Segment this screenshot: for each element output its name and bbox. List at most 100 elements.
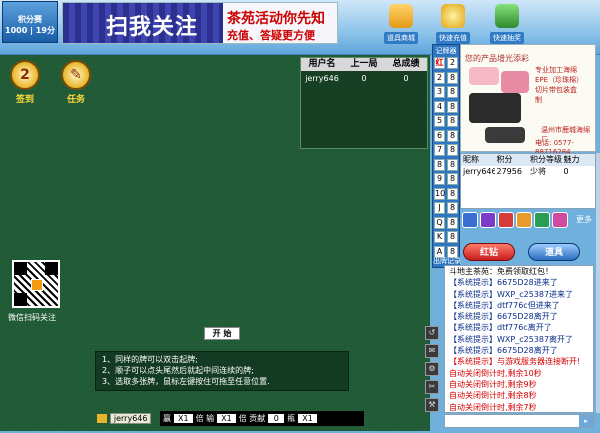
chat-line: 自动关闭倒计时,剩余8秒 xyxy=(449,391,537,401)
chat-line: 自动关闭倒计时,剩余7秒 xyxy=(449,402,537,412)
items-more-link[interactable]: 更多 xyxy=(576,214,592,225)
card-counter-count: 8 xyxy=(447,71,458,84)
qr-caption: 微信扫码关注 xyxy=(8,313,56,322)
chat-line: 自动关闭倒计时,剩余9秒 xyxy=(449,379,537,389)
signin-icon: 2 xyxy=(10,60,40,90)
card-counter-rank: K xyxy=(434,231,445,243)
bet-value: X1 xyxy=(298,414,317,423)
bet-key: 瓶 xyxy=(287,414,296,423)
player-list: 昵称 积分 积分等级 魅力 jerry646 27956 少将 0 xyxy=(460,153,596,209)
chat-line: 【系统提示】WXP_c25387进来了 xyxy=(449,289,574,299)
player-flag-icon xyxy=(97,414,107,423)
card-counter-rank: 红 xyxy=(434,57,445,69)
item-grid: 更多 xyxy=(460,212,596,238)
foam-sample-image xyxy=(485,127,525,143)
chat-line: 【系统提示】dtf776c离开了 xyxy=(449,323,552,333)
chat-line: 【系统提示】与游戏服务器连接断开! xyxy=(449,357,581,367)
signin-button[interactable]: 2 签到 xyxy=(5,60,45,105)
card-counter-count: 8 xyxy=(447,187,458,200)
item-slot-icon[interactable] xyxy=(480,212,496,228)
card-counter-rank: Q xyxy=(434,216,445,229)
player-list-header: 魅力 xyxy=(563,155,580,164)
side-ad-line: 切片带包装盒 xyxy=(535,86,577,94)
task-label: 任务 xyxy=(66,95,85,105)
card-counter-rank: 10 xyxy=(434,187,446,200)
card-counter-rank: 2 xyxy=(434,71,445,84)
task-icon: ✎ xyxy=(61,60,91,90)
card-counter-count: 8 xyxy=(447,173,458,185)
mail-icon[interactable]: ✉ xyxy=(425,344,439,358)
chat-line: 【系统提示】6675D28离开了 xyxy=(449,312,558,322)
recharge-button[interactable]: 快速充值 xyxy=(430,4,476,44)
player-list-score: 27956 xyxy=(496,167,522,176)
card-counter: 记牌器 红 2 2 8 3 8 4 8 5 8 6 8 7 8 8 8 9 8 10 8 J 8 Q 8 K 8 A 8 出牌记录 xyxy=(432,44,461,268)
player-list-header: 积分等级 xyxy=(530,155,562,164)
item-slot-icon[interactable] xyxy=(534,212,550,228)
bet-value: 0 xyxy=(268,414,285,423)
item-slot-icon[interactable] xyxy=(552,212,568,228)
player-list-charm: 0 xyxy=(563,167,569,176)
item-slot-icon[interactable] xyxy=(516,212,532,228)
card-counter-rank: 4 xyxy=(434,100,445,113)
card-counter-rank: 8 xyxy=(434,158,445,171)
red-diamond-button[interactable]: 红钻 xyxy=(463,243,515,261)
chat-line: 【系统提示】6675D28进来了 xyxy=(449,278,558,288)
foam-sample-image xyxy=(469,67,499,85)
score-row-total: 0 xyxy=(403,74,409,83)
card-counter-count: 2 xyxy=(447,57,458,69)
player-tag: jerry646 xyxy=(97,413,152,424)
side-ad-line: EPE（珍珠棉） xyxy=(535,76,584,84)
hammer-icon[interactable]: ⚒ xyxy=(425,398,439,412)
player-list-name: jerry646 xyxy=(463,167,495,176)
ad-banner[interactable]: 扫我关注 茶苑活动你先知 充值、答疑更方便 xyxy=(62,2,338,44)
card-counter-count: 8 xyxy=(447,231,458,243)
lottery-icon xyxy=(495,4,519,28)
card-counter-count: 8 xyxy=(447,144,458,156)
tips-box: 1、同样的牌可以双击起牌; 2、顺子可以点头尾然后就起中间连续的牌; 3、选取多… xyxy=(95,351,349,391)
card-counter-caption: 记牌器 xyxy=(435,47,457,55)
room-logo: 积分赛 1000 | 19分 xyxy=(2,1,58,43)
score-row: jerry646 0 0 xyxy=(301,74,427,83)
bet-key: 倍 贡献 xyxy=(238,414,266,423)
task-button[interactable]: ✎ 任务 xyxy=(56,60,96,105)
side-ad-line: 制 xyxy=(535,96,542,104)
gift-icon xyxy=(389,4,413,28)
tool-icon[interactable]: ✂ xyxy=(425,380,439,394)
chat-input[interactable] xyxy=(444,414,594,428)
settings-icon[interactable]: ⚙ xyxy=(425,362,439,376)
score-header-last: 上一局 xyxy=(350,59,378,69)
ad-banner-headline: 扫我关注 xyxy=(106,15,199,40)
wechat-qr-code xyxy=(12,260,60,308)
chat-line: 斗地主茶苑：免费领取红包！ xyxy=(449,267,553,276)
side-ad-panel[interactable]: 您的产品增光添彩 专业加工海绵 EPE（珍珠棉） 切片带包装盒 制 温州市鹿城海… xyxy=(460,44,596,156)
chat-line: 【系统提示】dtf776c但进来了 xyxy=(449,300,560,310)
chat-send-button[interactable]: ▸ xyxy=(579,415,593,427)
side-ad-header: 您的产品增光添彩 xyxy=(465,54,529,63)
card-counter-rank: 7 xyxy=(434,144,445,156)
refresh-icon[interactable]: ↺ xyxy=(425,326,439,340)
score-header-name: 用户名 xyxy=(308,59,336,69)
lottery-button[interactable]: 快速抽奖 xyxy=(484,4,530,44)
card-counter-rank: J xyxy=(434,202,445,214)
score-row-name: jerry646 xyxy=(305,74,339,83)
chat-line: 自动关闭倒计时,剩余10秒 xyxy=(449,368,542,378)
room-logo-line2: 1000 | 19分 xyxy=(5,26,55,35)
room-logo-line1: 积分赛 xyxy=(18,15,42,24)
foam-sample-image xyxy=(469,93,521,123)
coins-icon xyxy=(441,4,465,28)
shop-button[interactable]: 道具商城 xyxy=(378,4,424,44)
right-scrollbar[interactable] xyxy=(596,153,600,413)
player-list-row[interactable]: jerry646 27956 少将 0 xyxy=(461,166,595,178)
chat-line: 【系统提示】6675D28离开了 xyxy=(449,346,558,356)
chat-line: 【系统提示】WXP_c25387离开了 xyxy=(449,334,574,344)
item-shop-button[interactable]: 道具 xyxy=(528,243,580,261)
item-slot-icon[interactable] xyxy=(462,212,478,228)
chat-log[interactable]: 斗地主茶苑：免费领取红包！ 【系统提示】6675D28进来了 【系统提示】WXP_c… xyxy=(444,265,594,413)
start-button[interactable]: 开 始 xyxy=(204,327,240,340)
lottery-label: 快速抽奖 xyxy=(490,32,524,44)
player-list-header: 昵称 xyxy=(463,155,479,164)
shop-label: 道具商城 xyxy=(384,32,418,44)
card-counter-rank: 3 xyxy=(434,86,445,98)
item-slot-icon[interactable] xyxy=(498,212,514,228)
bet-key: 倍 输 xyxy=(195,414,215,423)
